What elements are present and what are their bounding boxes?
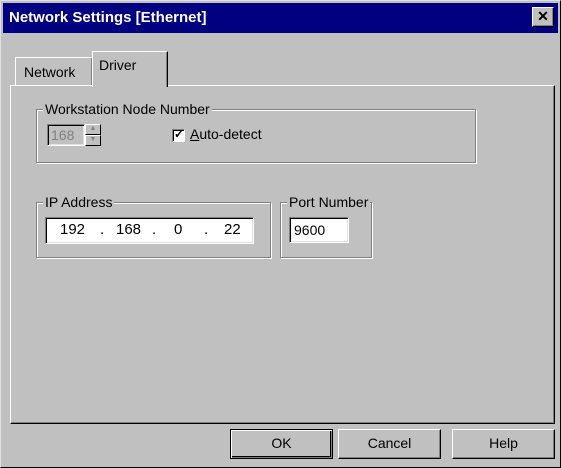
port-number-field[interactable]: 9600 [289, 217, 349, 243]
window-title: Network Settings [Ethernet] [9, 9, 207, 26]
spin-up-icon[interactable]: ▲ [85, 124, 101, 135]
port-number-group: Port Number 9600 [280, 194, 372, 258]
ip-address-label: IP Address [43, 194, 115, 210]
tab-driver[interactable]: Driver [92, 51, 168, 87]
tab-network[interactable]: Network [15, 57, 93, 85]
workstation-node-label: Workstation Node Number [43, 101, 212, 117]
title-bar[interactable]: Network Settings [Ethernet] ✕ [3, 3, 558, 33]
port-number-value: 9600 [294, 222, 326, 238]
ip-dot-3: . [204, 221, 209, 238]
close-button[interactable]: ✕ [532, 7, 554, 27]
node-number-field[interactable]: 168 [47, 124, 85, 146]
check-icon: ✓ [174, 127, 185, 141]
ip-octet-1: 192 [60, 221, 86, 238]
spin-down-icon[interactable]: ▼ [85, 135, 101, 146]
cancel-button-label: Cancel [367, 435, 412, 451]
ip-address-field[interactable]: 192 . 168 . 0 . 22 [45, 217, 254, 244]
ip-octet-3: 0 [174, 221, 183, 238]
autodetect-checkbox[interactable]: ✓ [172, 127, 185, 142]
autodetect-label[interactable]: Auto-detect [190, 126, 262, 142]
autodetect-access-key: A [190, 126, 200, 142]
node-number-spinner[interactable]: ▲ ▼ [85, 124, 101, 146]
cancel-button[interactable]: Cancel [338, 429, 441, 459]
ip-dot-2: . [152, 221, 157, 238]
ip-address-group: IP Address 192 . 168 . 0 . 22 [36, 194, 271, 258]
network-settings-dialog: Network Settings [Ethernet] ✕ Network Dr… [0, 0, 561, 468]
ok-button[interactable]: OK [230, 429, 333, 459]
ok-button-label: OK [271, 435, 292, 451]
help-button-label: Help [489, 435, 518, 451]
tab-driver-label: Driver [99, 57, 137, 73]
driver-tab-panel: Workstation Node Number 168 ▲ ▼ ✓ Auto-d… [10, 85, 555, 424]
ip-octet-2: 168 [116, 221, 142, 238]
port-number-label: Port Number [287, 194, 371, 210]
help-button[interactable]: Help [452, 429, 555, 459]
node-number-value: 168 [51, 127, 75, 143]
close-icon: ✕ [537, 8, 549, 24]
ip-octet-4: 22 [224, 221, 241, 238]
ip-dot-1: . [100, 221, 105, 238]
tab-network-label: Network [24, 64, 76, 80]
autodetect-label-rest: uto-detect [199, 126, 262, 142]
workstation-node-group: Workstation Node Number 168 ▲ ▼ ✓ Auto-d… [36, 101, 476, 163]
